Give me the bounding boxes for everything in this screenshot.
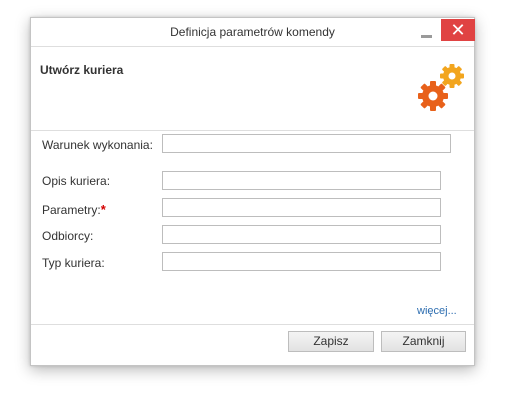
type-input[interactable] [162,252,441,271]
dialog-footer: Zapisz Zamknij [31,324,474,365]
recipients-input[interactable] [162,225,441,244]
title-bar[interactable]: Definicja parametrów komendy ✕ [31,18,475,46]
type-label: Typ kuriera: [42,256,105,270]
description-input[interactable] [162,171,441,190]
more-link[interactable]: więcej... [417,305,457,317]
parameters-label: Parametry:* [42,202,106,217]
save-button[interactable]: Zapisz [288,331,374,352]
parameters-label-text: Parametry: [42,203,101,217]
recipients-label: Odbiorcy: [42,229,94,243]
dialog-window: Definicja parametrów komendy ✕ Utwórz ku… [30,17,475,366]
condition-input[interactable] [162,134,451,153]
required-mark: * [100,202,106,217]
condition-label: Warunek wykonania: [42,138,153,152]
window-title: Definicja parametrów komendy [170,25,335,39]
close-button[interactable]: Zamknij [381,331,466,352]
description-label: Opis kuriera: [42,174,111,188]
header-panel: Utwórz kuriera [31,46,474,131]
header-title: Utwórz kuriera [40,63,124,77]
gears-icon [418,64,464,111]
close-icon[interactable]: ✕ [441,19,475,41]
minimize-icon[interactable] [416,21,438,41]
parameters-input[interactable] [162,198,441,217]
